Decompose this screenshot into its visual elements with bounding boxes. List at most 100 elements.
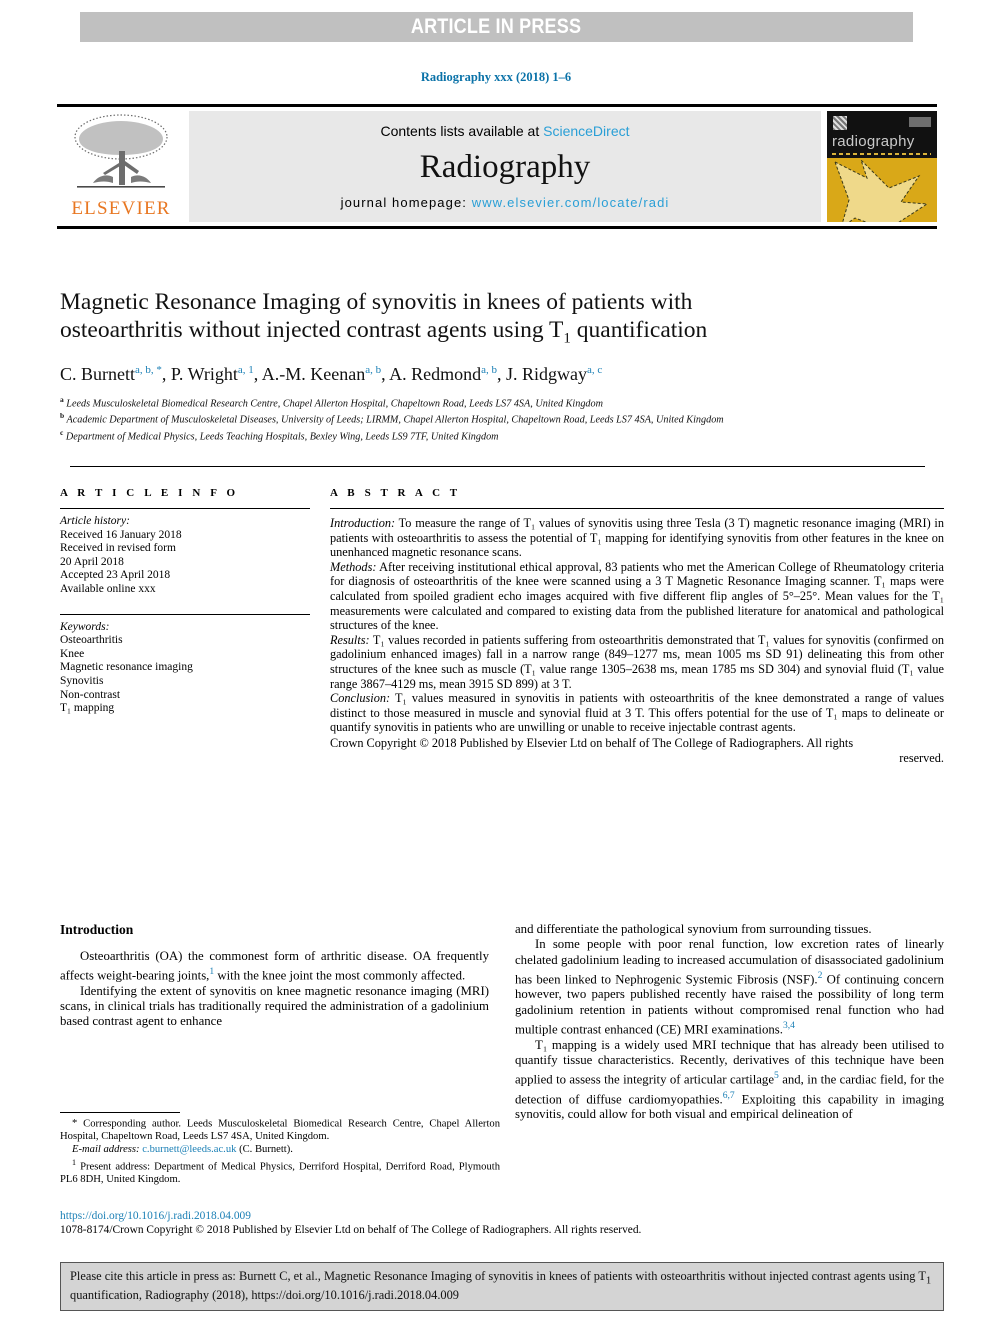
affiliation-item: b Academic Department of Musculoskeletal… xyxy=(60,410,940,427)
citation-ref[interactable]: 3,4 xyxy=(783,1020,795,1031)
abstract-label-results: Results: xyxy=(330,632,370,647)
article-history-line: 20 April 2018 xyxy=(60,555,124,568)
body-paragraph: Osteoarthritis (OA) the commonest form o… xyxy=(60,949,489,984)
cover-dashed-rule xyxy=(832,153,931,155)
body-region: Introduction Osteoarthritis (OA) the com… xyxy=(60,922,944,1123)
abstract-paragraph-results: Results: T₁ values recorded in patients … xyxy=(330,633,944,691)
keyword-item: Synovitis xyxy=(60,674,104,687)
author-entry: A. Redmonda, b xyxy=(389,364,497,384)
journal-homepage-link[interactable]: www.elsevier.com/locate/radi xyxy=(472,195,670,210)
affiliation-mark: b xyxy=(60,411,65,421)
abstract-text-methods: After receiving institutional ethical ap… xyxy=(330,559,944,633)
keyword-item: Knee xyxy=(60,647,85,660)
affiliation-text: Academic Department of Musculoskeletal D… xyxy=(66,414,724,426)
contents-list-line: Contents lists available at ScienceDirec… xyxy=(380,123,629,139)
author-name: A. Redmond xyxy=(389,363,482,384)
introduction-right-text: and differentiate the pathological synov… xyxy=(515,922,944,1123)
author-list: C. Burnetta, b, *, P. Wrighta, 1, A.-M. … xyxy=(60,364,940,385)
abstract-paragraph-conclusion: Conclusion: T₁ values measured in synovi… xyxy=(330,691,944,735)
email-link[interactable]: c.burnett@leeds.ac.uk xyxy=(142,1144,236,1155)
paragraph-text-cont: with the knee joint the most commonly af… xyxy=(214,968,466,983)
affiliation-item: a Leeds Musculoskeletal Biomedical Resea… xyxy=(60,394,940,411)
introduction-heading: Introduction xyxy=(60,922,134,937)
keywords-rule xyxy=(60,613,310,615)
contents-prefix: Contents lists available at xyxy=(380,123,544,139)
affiliation-item: c Department of Medical Physics, Leeds T… xyxy=(60,427,940,444)
abstract-label-introduction: Introduction: xyxy=(330,516,396,530)
footnote-region: * Corresponding author. Leeds Musculoske… xyxy=(60,1112,500,1186)
affiliation-mark: a xyxy=(60,394,64,404)
cite-line-2b: quantification, Radiography (2018), http… xyxy=(70,1288,459,1303)
journal-homepage-line: journal homepage: www.elsevier.com/locat… xyxy=(341,195,670,210)
cover-starburst-icon xyxy=(834,159,929,222)
body-paragraph: In some people with poor renal function,… xyxy=(515,937,944,1037)
abstract-label-conclusion: Conclusion: xyxy=(330,691,391,706)
author-name: C. Burnett xyxy=(60,363,135,384)
author-name: P. Wright xyxy=(170,363,238,384)
keywords-label: Keywords: xyxy=(60,620,110,633)
body-column-left: Introduction Osteoarthritis (OA) the com… xyxy=(60,922,489,1123)
introduction-left-text: Osteoarthritis (OA) the commonest form o… xyxy=(60,949,489,1030)
footnote-text: Corresponding author. Leeds Musculoskele… xyxy=(60,1118,500,1143)
paragraph-text: and differentiate the pathological synov… xyxy=(515,922,872,936)
journal-masthead: ELSEVIER Contents lists available at Sci… xyxy=(57,104,937,229)
author-entry: C. Burnetta, b, * xyxy=(60,364,162,384)
abstract-paragraph-methods: Methods: After receiving institutional e… xyxy=(330,560,944,633)
title-line-2a: osteoarthritis without injected contrast… xyxy=(60,317,564,343)
affiliation-list: a Leeds Musculoskeletal Biomedical Resea… xyxy=(60,394,940,444)
affiliation-mark: c xyxy=(60,428,64,438)
homepage-prefix: journal homepage: xyxy=(340,195,472,210)
cite-line-1: Please cite this article in press as: Bu… xyxy=(70,1269,767,1283)
author-entry: P. Wrighta, 1 xyxy=(171,364,254,384)
footnote-list: * Corresponding author. Leeds Musculoske… xyxy=(60,1118,500,1186)
running-head-citation: Radiography xxx (2018) 1–6 xyxy=(420,70,572,84)
author-affiliation-marks: a, b xyxy=(365,363,382,376)
footnote-present-address: 1 Present address: Department of Medical… xyxy=(60,1157,500,1187)
author-name: A.-M. Keenan xyxy=(261,363,366,384)
keyword-item: Osteoarthritis xyxy=(60,634,123,647)
elsevier-tree-icon xyxy=(74,114,168,188)
journal-title: Radiography xyxy=(419,148,591,185)
abstract-paragraph-introduction: Introduction: To measure the range of T₁… xyxy=(330,516,944,560)
author-entry: A.-M. Keenana, b xyxy=(262,364,381,384)
affiliation-text: Department of Medical Physics, Leeds Tea… xyxy=(65,431,499,443)
cover-journal-name: radiography xyxy=(832,133,915,150)
article-history-line: Accepted 23 April 2018 xyxy=(60,569,171,582)
title-subscript: 1 xyxy=(563,330,571,347)
keyword-item: Magnetic resonance imaging xyxy=(60,661,193,674)
abstract-label-methods: Methods: xyxy=(330,559,377,574)
abstract-copyright: Crown Copyright © 2018 Published by Else… xyxy=(330,735,854,750)
cover-society-logo-icon xyxy=(909,117,931,127)
affiliation-text: Leeds Musculoskeletal Biomedical Researc… xyxy=(66,398,603,410)
elsevier-logo: ELSEVIER xyxy=(57,111,185,222)
abstract-text-results: T₁ values recorded in patients suffering… xyxy=(330,632,944,691)
abstract-rule xyxy=(330,508,944,509)
article-history-line: Available online xxx xyxy=(60,582,156,595)
abstract-column: A B S T R A C T Introduction: To measure… xyxy=(330,487,944,765)
email-owner: (C. Burnett). xyxy=(236,1143,293,1155)
abstract-text-conclusion: T₁ values measured in synovitis in patie… xyxy=(330,691,944,735)
title-line-1: Magnetic Resonance Imaging of synovitis … xyxy=(60,289,693,315)
body-paragraph: and differentiate the pathological synov… xyxy=(515,922,944,937)
author-separator: , xyxy=(497,363,507,384)
author-affiliation-marks: a, b xyxy=(481,363,498,376)
article-info-column: A R T I C L E I N F O Article history: R… xyxy=(60,487,310,765)
doi-link[interactable]: https://doi.org/10.1016/j.radi.2018.04.0… xyxy=(60,1210,944,1222)
abstract-body: Introduction: To measure the range of T₁… xyxy=(330,516,944,765)
sciencedirect-link[interactable]: ScienceDirect xyxy=(543,123,629,139)
citation-ref[interactable]: 6,7 xyxy=(723,1090,735,1101)
article-history-label: Article history: xyxy=(60,515,130,527)
keyword-item: T₁ mapping xyxy=(60,702,115,715)
author-affiliation-marks: a, b, * xyxy=(135,363,162,376)
footnote-text: Present address: Department of Medical P… xyxy=(60,1161,500,1185)
email-address-label: E-mail address: xyxy=(72,1143,140,1155)
cover-artwork xyxy=(827,158,937,222)
abstract-heading: A B S T R A C T xyxy=(330,487,461,499)
author-separator: , xyxy=(253,363,262,384)
elsevier-wordmark: ELSEVIER xyxy=(71,198,171,219)
footnote-divider-rule xyxy=(60,1112,180,1113)
body-paragraph: T₁ mapping is a widely used MRI techniqu… xyxy=(515,1038,944,1123)
article-info-heading: A R T I C L E I N F O xyxy=(60,487,239,499)
bottom-metadata: https://doi.org/10.1016/j.radi.2018.04.0… xyxy=(60,1210,944,1236)
keyword-item: Non-contrast xyxy=(60,688,121,701)
